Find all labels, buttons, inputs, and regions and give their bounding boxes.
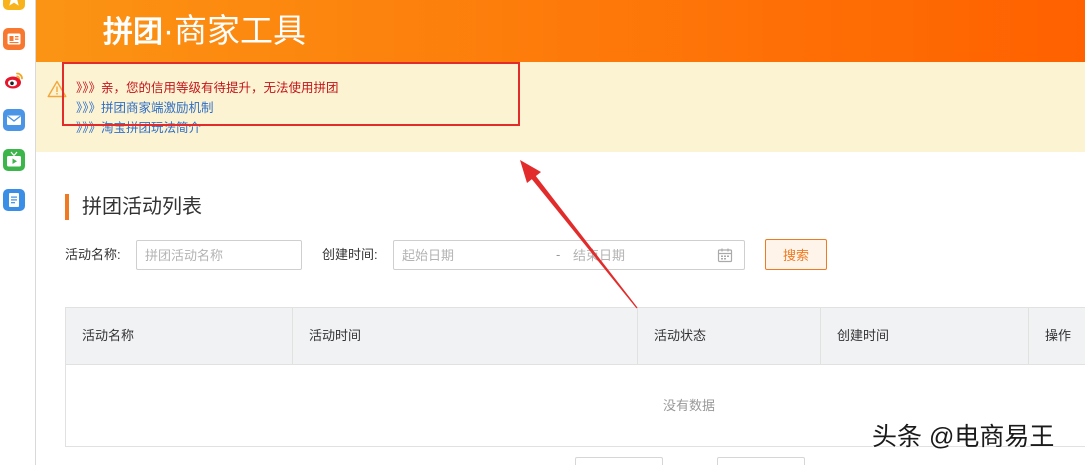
- mail-icon[interactable]: [3, 109, 25, 131]
- pagination-button[interactable]: [717, 457, 805, 465]
- page-title: 拼团·商家工具: [103, 11, 306, 58]
- activity-name-label: 活动名称:: [65, 247, 121, 262]
- weibo-icon[interactable]: [3, 69, 25, 91]
- news-icon[interactable]: [3, 28, 25, 50]
- calendar-icon[interactable]: [717, 247, 733, 263]
- column-header-activity-time: 活动时间: [292, 308, 637, 364]
- annotation-highlight-box: [62, 62, 520, 126]
- end-date-input[interactable]: [565, 241, 705, 269]
- table-header: 活动名称 活动时间 活动状态 创建时间 操作: [65, 307, 1085, 365]
- title-subtitle: ·商家工具: [163, 12, 306, 49]
- date-range-separator: -: [556, 247, 561, 262]
- column-header-created-time: 创建时间: [820, 308, 1028, 364]
- pagination-button[interactable]: [575, 457, 663, 465]
- section-title-accent-bar: [65, 194, 69, 220]
- start-date-input[interactable]: [394, 241, 544, 269]
- star-icon[interactable]: [3, 0, 25, 10]
- tv-icon[interactable]: [3, 149, 25, 171]
- header-banner: 拼团·商家工具: [36, 0, 1085, 62]
- document-icon[interactable]: [3, 189, 25, 211]
- date-range-picker[interactable]: -: [393, 240, 745, 270]
- column-header-activity-name: 活动名称: [82, 328, 135, 343]
- column-header-actions: 操作: [1028, 308, 1085, 364]
- title-brand: 拼团: [103, 16, 163, 49]
- created-time-label: 创建时间:: [322, 247, 378, 262]
- activity-name-input[interactable]: [136, 240, 302, 270]
- section-title: 拼团活动列表: [82, 196, 202, 218]
- watermark: 头条 @电商易王: [872, 423, 1055, 451]
- app-sidebar: [0, 0, 36, 465]
- search-button[interactable]: 搜索: [765, 239, 827, 270]
- column-header-activity-status: 活动状态: [637, 308, 820, 364]
- empty-state-text: 没有数据: [663, 398, 716, 413]
